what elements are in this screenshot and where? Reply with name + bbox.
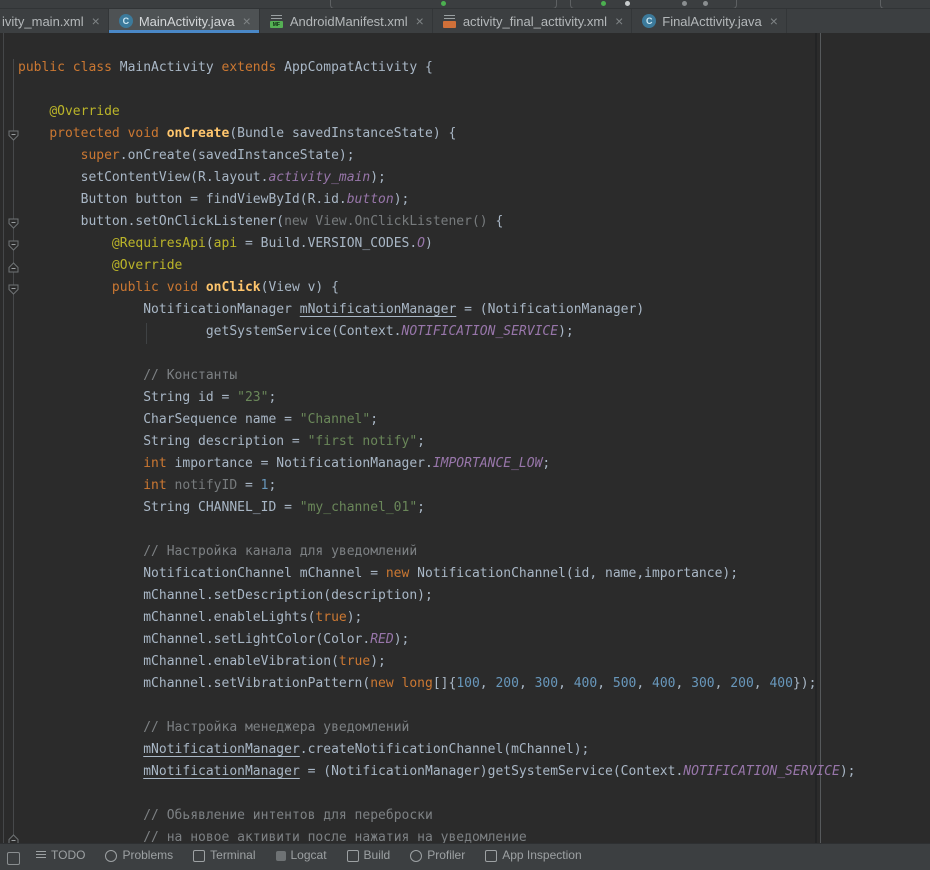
toolwindow-button-label: App Inspection	[502, 848, 581, 862]
code-line: mNotificationManager.createNotificationC…	[0, 739, 930, 761]
todo-list-icon	[36, 851, 46, 860]
toolwindow-button-logcat[interactable]: Logcat	[266, 844, 337, 862]
android-studio-window: { "theme": { "editor_bg": "#2b2b2b", "ta…	[0, 0, 930, 855]
tab-close-icon[interactable]: ×	[92, 14, 100, 28]
code-line: CharSequence name = "Channel";	[0, 409, 930, 431]
tab-label: AndroidManifest.xml	[290, 14, 408, 29]
toolwindow-button-problems[interactable]: Problems	[95, 844, 183, 862]
code-line: setContentView(R.layout.activity_main);	[0, 167, 930, 189]
tab-close-icon[interactable]: ×	[243, 14, 251, 28]
code-line: // Обьявление интентов для переброски	[0, 805, 930, 827]
code-line: protected void onCreate(Bundle savedInst…	[0, 123, 930, 145]
editor-tab-activity-final-acttivity-xml[interactable]: activity_final_acttivity.xml ×	[433, 9, 632, 33]
fold-marker-icon[interactable]	[8, 216, 19, 227]
code-line: public class MainActivity extends AppCom…	[0, 57, 930, 79]
tab-label: FinalActtivity.java	[662, 14, 761, 29]
problems-icon	[105, 850, 117, 862]
editor-tab-bar: ivity_main.xml × C MainActivity.java × MF Andr…	[0, 9, 930, 33]
app-inspection-icon	[485, 850, 497, 862]
editor-tab-androidmanifest-xml[interactable]: MF AndroidManifest.xml ×	[260, 9, 433, 33]
tab-close-icon[interactable]: ×	[416, 14, 424, 28]
code-pane: public class MainActivity extends AppCom…	[0, 57, 930, 843]
code-line	[0, 783, 930, 805]
code-line: getSystemService(Context.NOTIFICATION_SE…	[0, 321, 930, 343]
editor-area[interactable]: public class MainActivity extends AppCom…	[0, 33, 930, 843]
code-line: NotificationManager mNotificationManager…	[0, 299, 930, 321]
profiler-icon	[410, 850, 422, 862]
toolwindow-button-todo[interactable]: TODO	[26, 844, 95, 862]
toolbar-button-icon[interactable]	[441, 1, 446, 6]
fold-marker-icon[interactable]	[8, 832, 19, 843]
manifest-file-icon: MF	[270, 14, 284, 28]
toolwindow-button-label: Profiler	[427, 848, 465, 862]
editor-tab-ivity-main-xml[interactable]: ivity_main.xml ×	[0, 9, 109, 33]
toolwindow-button-terminal[interactable]: Terminal	[183, 844, 265, 862]
code-line	[0, 79, 930, 101]
toolbar-button-icon[interactable]	[682, 1, 687, 6]
build-hammer-icon	[347, 850, 359, 862]
code-line: int notifyID = 1;	[0, 475, 930, 497]
code-line: mNotificationManager = (NotificationMana…	[0, 761, 930, 783]
toolbar-button-icon[interactable]	[601, 1, 606, 6]
code-line: String id = "23";	[0, 387, 930, 409]
code-line: mChannel.setDescription(description);	[0, 585, 930, 607]
terminal-icon	[193, 850, 205, 862]
tool-window-switcher-icon[interactable]	[0, 844, 26, 870]
fold-marker-icon[interactable]	[8, 260, 19, 271]
toolwindow-button-build[interactable]: Build	[337, 844, 401, 862]
java-class-icon: C	[642, 14, 656, 28]
code-line: @Override	[0, 255, 930, 277]
run-configuration-widget[interactable]	[880, 0, 930, 9]
java-class-icon: C	[119, 14, 133, 28]
toolwindow-button-profiler[interactable]: Profiler	[400, 844, 475, 862]
code-line: @Override	[0, 101, 930, 123]
code-line	[0, 343, 930, 365]
toolwindow-button-label: TODO	[51, 848, 85, 862]
code-line: button.setOnClickListener(new View.OnCli…	[0, 211, 930, 233]
editor-tab-finalacttivity-java[interactable]: C FinalActtivity.java ×	[632, 9, 787, 33]
tab-close-icon[interactable]: ×	[615, 14, 623, 28]
logcat-icon	[276, 851, 286, 861]
toolwindow-button-app-inspection[interactable]: App Inspection	[475, 844, 591, 862]
bottom-tool-window-bar: TODO Problems Terminal Logcat Build Profiler A…	[0, 843, 930, 870]
toolwindow-button-label: Terminal	[210, 848, 255, 862]
tab-close-icon[interactable]: ×	[770, 14, 778, 28]
toolwindow-button-label: Problems	[122, 848, 173, 862]
run-configuration-widget[interactable]	[570, 0, 737, 9]
code-line: @RequiresApi(api = Build.VERSION_CODES.O…	[0, 233, 930, 255]
fold-marker-icon[interactable]	[8, 128, 19, 139]
tab-label: ivity_main.xml	[2, 14, 84, 29]
fold-marker-icon[interactable]	[8, 282, 19, 293]
toolwindow-button-label: Logcat	[291, 848, 327, 862]
code-line: // Настройка канала для уведомлений	[0, 541, 930, 563]
code-line: mChannel.setVibrationPattern(new long[]{…	[0, 673, 930, 695]
tab-label: activity_final_acttivity.xml	[463, 14, 607, 29]
code-line: mChannel.enableLights(true);	[0, 607, 930, 629]
toolwindow-button-label: Build	[364, 848, 391, 862]
code-line: // Настройка менеджера уведомлений	[0, 717, 930, 739]
editor-tab-mainactivity-java[interactable]: C MainActivity.java ×	[109, 9, 260, 33]
code-line: super.onCreate(savedInstanceState);	[0, 145, 930, 167]
toolbar-button-icon[interactable]	[625, 1, 630, 6]
code-line: // Константы	[0, 365, 930, 387]
code-line	[0, 695, 930, 717]
code-line: public void onClick(View v) {	[0, 277, 930, 299]
code-line: String CHANNEL_ID = "my_channel_01";	[0, 497, 930, 519]
code-line: mChannel.setLightColor(Color.RED);	[0, 629, 930, 651]
layout-xml-file-icon	[443, 14, 457, 28]
tab-label: MainActivity.java	[139, 14, 235, 29]
fold-marker-icon[interactable]	[8, 238, 19, 249]
code-line	[0, 519, 930, 541]
code-line: mChannel.enableVibration(true);	[0, 651, 930, 673]
code-line: String description = "first notify";	[0, 431, 930, 453]
toolbar-button-icon[interactable]	[703, 1, 708, 6]
code-line: // на новое активити после нажатия на ув…	[0, 827, 930, 843]
main-toolbar-sliver	[0, 0, 930, 9]
code-line: int importance = NotificationManager.IMP…	[0, 453, 930, 475]
code-line: NotificationChannel mChannel = new Notif…	[0, 563, 930, 585]
code-line: Button button = findViewById(R.id.button…	[0, 189, 930, 211]
